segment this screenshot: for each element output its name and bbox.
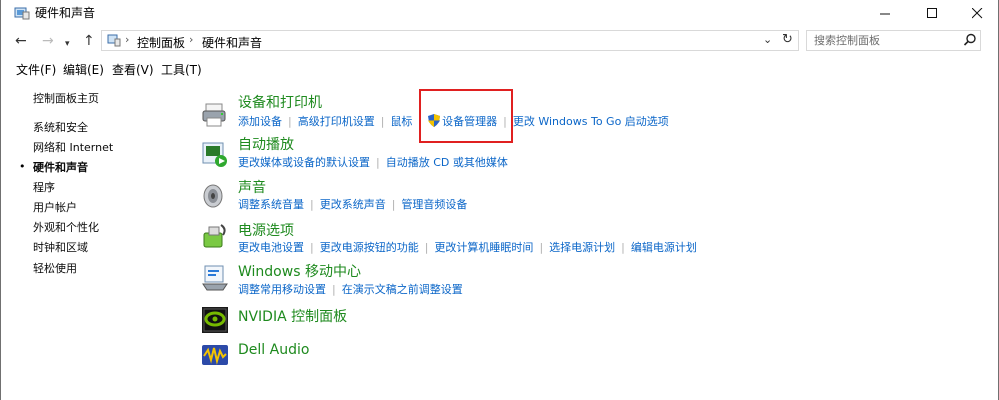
maximize-icon (926, 8, 937, 18)
window-title: 硬件和声音 (35, 6, 96, 20)
category-autoplay[interactable]: 自动播放 (238, 137, 294, 154)
menu-view[interactable]: 查看(V) (112, 61, 154, 78)
printer-icon[interactable] (201, 101, 229, 129)
menu-edit[interactable]: 编辑(E) (63, 61, 104, 78)
title-bar: 硬件和声音 (1, 0, 998, 27)
sidebar-item-network-internet[interactable]: 网络和 Internet (33, 141, 113, 154)
category-power-options[interactable]: 电源选项 (238, 223, 294, 240)
power-icon[interactable] (201, 223, 229, 251)
menu-tools[interactable]: 工具(T) (161, 61, 202, 78)
link-change-sounds[interactable]: 更改系统声音 (320, 198, 386, 211)
link-sleep-time[interactable]: 更改计算机睡眠时间 (434, 241, 533, 254)
link-autoplay-cd[interactable]: 自动播放 CD 或其他媒体 (386, 156, 508, 169)
link-add-device[interactable]: 添加设备 (238, 115, 282, 128)
link-mouse[interactable]: 鼠标 (390, 115, 412, 128)
minimize-button[interactable] (862, 0, 908, 27)
nvidia-icon[interactable] (201, 306, 229, 334)
menu-file[interactable]: 文件(F) (16, 61, 56, 78)
close-button[interactable] (954, 0, 999, 27)
link-advanced-printer-setup[interactable]: 高级打印机设置 (298, 115, 375, 128)
link-edit-power-plan[interactable]: 编辑电源计划 (631, 241, 697, 254)
control-panel-window: 硬件和声音 ← → ▾ ↑ › 控制面板 › 硬件和声音 ⌄ ↻ 搜索控制面板 … (0, 0, 999, 400)
highlight-box (419, 89, 513, 143)
maximize-button[interactable] (909, 0, 955, 27)
search-box[interactable] (806, 30, 981, 51)
sidebar-item-clock-region[interactable]: 时钟和区域 (33, 241, 88, 254)
category-links: 调整常用移动设置 | 在演示文稿之前调整设置 (238, 283, 463, 296)
category-mobility-center[interactable]: Windows 移动中心 (238, 264, 361, 281)
mobility-center-icon[interactable] (201, 264, 229, 292)
recent-locations-chevron-icon[interactable]: ▾ (65, 36, 70, 52)
sidebar-item-programs[interactable]: 程序 (33, 181, 55, 194)
sidebar-item-hardware-sound[interactable]: 硬件和声音 (33, 161, 88, 174)
link-change-default-media[interactable]: 更改媒体或设备的默认设置 (238, 156, 370, 169)
breadcrumb-separator[interactable]: › (125, 33, 129, 46)
link-mobility-settings[interactable]: 调整常用移动设置 (238, 283, 326, 296)
address-bar[interactable]: › 控制面板 › 硬件和声音 ⌄ ↻ (101, 30, 799, 51)
link-power-button[interactable]: 更改电源按钮的功能 (320, 241, 419, 254)
dell-audio-icon[interactable] (201, 341, 229, 369)
category-devices-printers[interactable]: 设备和打印机 (238, 95, 322, 112)
category-links: 调整系统音量 | 更改系统声音 | 管理音频设备 (238, 198, 468, 211)
link-battery-settings[interactable]: 更改电池设置 (238, 241, 304, 254)
breadcrumb-hardware-sound[interactable]: 硬件和声音 (202, 34, 262, 51)
category-dell-audio[interactable]: Dell Audio (238, 342, 309, 359)
refresh-icon[interactable]: ↻ (782, 32, 793, 47)
sidebar-item-system-security[interactable]: 系统和安全 (33, 121, 88, 134)
search-icon[interactable] (963, 33, 977, 47)
breadcrumb-separator[interactable]: › (189, 33, 193, 46)
control-panel-icon (14, 7, 30, 20)
search-input[interactable] (807, 31, 964, 50)
close-icon (971, 8, 982, 19)
autoplay-icon[interactable] (201, 140, 229, 168)
link-manage-audio-devices[interactable]: 管理音频设备 (401, 198, 467, 211)
control-panel-icon (107, 34, 121, 47)
minimize-icon (879, 13, 890, 15)
category-sound[interactable]: 声音 (238, 180, 266, 197)
link-presentation-settings[interactable]: 在演示文稿之前调整设置 (342, 283, 463, 296)
sidebar-item-ease-of-access[interactable]: 轻松使用 (33, 262, 77, 275)
category-links: 更改媒体或设备的默认设置 | 自动播放 CD 或其他媒体 (238, 156, 508, 169)
up-arrow-icon[interactable]: ↑ (83, 33, 95, 49)
link-choose-power-plan[interactable]: 选择电源计划 (549, 241, 615, 254)
category-links: 更改电池设置 | 更改电源按钮的功能 | 更改计算机睡眠时间 | 选择电源计划 | 编辑电源计划 (238, 241, 697, 254)
selected-bullet: • (19, 160, 26, 173)
breadcrumb-control-panel[interactable]: 控制面板 (137, 34, 185, 51)
sidebar-item-control-panel-home[interactable]: 控制面板主页 (33, 92, 99, 105)
back-arrow-icon[interactable]: ← (15, 33, 27, 49)
forward-arrow-icon[interactable]: → (42, 33, 54, 49)
sidebar-item-user-accounts[interactable]: 用户帐户 (33, 201, 77, 214)
speaker-icon[interactable] (201, 182, 229, 210)
sidebar-item-appearance[interactable]: 外观和个性化 (33, 221, 99, 234)
category-nvidia-control-panel[interactable]: NVIDIA 控制面板 (238, 309, 347, 326)
address-dropdown-chevron-icon[interactable]: ⌄ (763, 33, 772, 46)
link-adjust-volume[interactable]: 调整系统音量 (238, 198, 304, 211)
link-windows-to-go[interactable]: 更改 Windows To Go 启动选项 (513, 115, 669, 128)
